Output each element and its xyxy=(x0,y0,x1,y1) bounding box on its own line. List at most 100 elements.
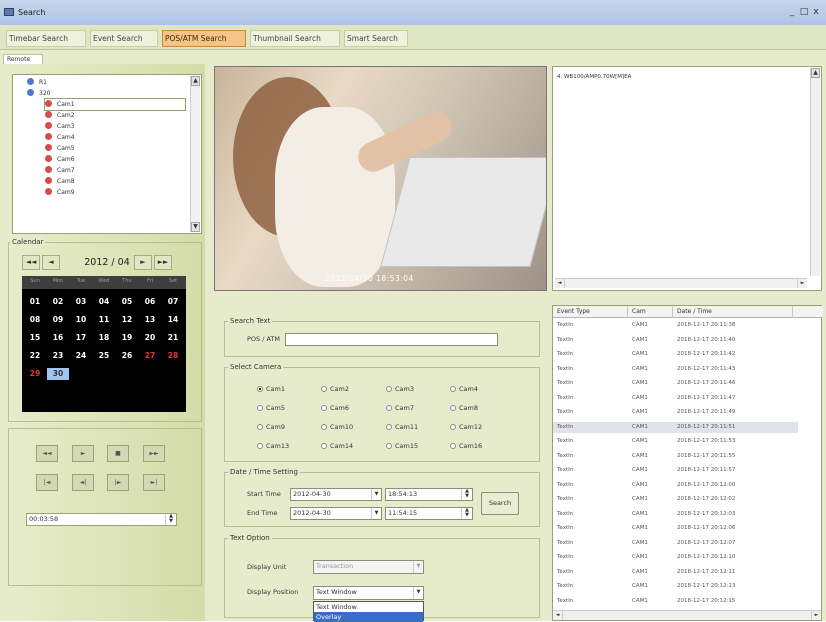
table-row[interactable]: TextIn CAM1 2018-12-17 20:11:53 xyxy=(553,436,798,447)
start-date-select[interactable]: 2012-04-30 ▼ xyxy=(290,488,382,501)
tree-node-cam5[interactable]: Cam5 xyxy=(45,143,75,154)
calendar-day[interactable]: 13 xyxy=(139,314,161,326)
calendar-day[interactable]: 26 xyxy=(116,350,138,362)
event-scroll-right-icon[interactable]: ► xyxy=(811,611,821,620)
col-event-type[interactable]: Event Type xyxy=(553,306,628,318)
table-row[interactable]: TextIn CAM1 2018-12-17 20:11:40 xyxy=(553,335,798,346)
step-back-button[interactable]: ◄| xyxy=(72,474,94,491)
text-window-hscroll[interactable]: ◄ ► xyxy=(555,278,807,288)
close-button[interactable]: x xyxy=(811,6,821,18)
chevron-down-icon[interactable]: ▼ xyxy=(371,508,381,519)
tree-node-r1[interactable]: R1 xyxy=(27,77,47,88)
col-date-time[interactable]: Date / Time xyxy=(673,306,793,318)
calendar-day[interactable]: 27 xyxy=(139,350,161,362)
calendar-day[interactable]: 16 xyxy=(47,332,69,344)
calendar-day[interactable]: 24 xyxy=(70,350,92,362)
stop-button[interactable]: ■ xyxy=(107,445,129,462)
tree-node-cam6[interactable]: Cam6 xyxy=(45,154,75,165)
table-row[interactable]: TextIn CAM1 2018-12-17 20:12:07 xyxy=(553,538,798,549)
calendar-day[interactable]: 07 xyxy=(162,296,184,308)
tab-thumbnail-search[interactable]: Thumbnail Search xyxy=(250,30,340,47)
end-time-spinner-icon[interactable]: ▲ ▼ xyxy=(461,508,472,519)
time-spinner-icon[interactable]: ▲ ▼ xyxy=(165,514,176,525)
table-row[interactable]: TextIn CAM1 2018-12-17 20:12:00 xyxy=(553,480,798,491)
calendar-day[interactable]: 03 xyxy=(70,296,92,308)
tab-pos-atm-search[interactable]: POS/ATM Search xyxy=(162,30,246,47)
tree-node-cam2[interactable]: Cam2 xyxy=(45,110,75,121)
pos-atm-input[interactable] xyxy=(285,333,498,346)
camera-radio-cam16[interactable]: Cam16 xyxy=(450,442,482,450)
table-row[interactable]: TextIn CAM1 2018-12-17 20:12:06 xyxy=(553,523,798,534)
prev-month-button[interactable]: ◄ xyxy=(42,255,60,270)
next-month-button[interactable]: ► xyxy=(134,255,152,270)
camera-radio-cam14[interactable]: Cam14 xyxy=(321,442,353,450)
table-row[interactable]: TextIn CAM1 2018-12-17 20:11:57 xyxy=(553,465,798,476)
tab-event-search[interactable]: Event Search xyxy=(90,30,158,47)
event-scroll-left-icon[interactable]: ◄ xyxy=(553,611,563,620)
scroll-down-icon[interactable]: ▼ xyxy=(191,222,200,232)
tree-node-320[interactable]: 320 xyxy=(27,88,50,99)
calendar-day[interactable]: 25 xyxy=(93,350,115,362)
calendar-day[interactable]: 28 xyxy=(162,350,184,362)
table-row[interactable]: TextIn CAM1 2018-12-17 20:12:03 xyxy=(553,509,798,520)
calendar-day[interactable]: 02 xyxy=(47,296,69,308)
calendar-day[interactable]: 30 xyxy=(47,368,69,380)
fast-rewind-button[interactable]: ◄◄ xyxy=(36,445,58,462)
go-end-button[interactable]: ►| xyxy=(143,474,165,491)
table-row[interactable]: TextIn CAM1 2018-12-17 20:12:13 xyxy=(553,581,798,592)
fast-forward-button[interactable]: ►► xyxy=(143,445,165,462)
start-time-field[interactable]: 18:54:13 ▲ ▼ xyxy=(385,488,473,501)
camera-radio-cam12[interactable]: Cam12 xyxy=(450,423,482,431)
camera-radio-cam4[interactable]: Cam4 xyxy=(450,385,478,393)
calendar-day[interactable]: 29 xyxy=(24,368,46,380)
camera-radio-cam2[interactable]: Cam2 xyxy=(321,385,349,393)
calendar-day[interactable]: 21 xyxy=(162,332,184,344)
table-row[interactable]: TextIn CAM1 2018-12-17 20:11:46 xyxy=(553,378,798,389)
calendar-day[interactable]: 23 xyxy=(47,350,69,362)
start-time-spinner-icon[interactable]: ▲ ▼ xyxy=(461,489,472,500)
calendar-day[interactable]: 08 xyxy=(24,314,46,326)
next-year-button[interactable]: ►► xyxy=(154,255,172,270)
calendar-day[interactable]: 17 xyxy=(70,332,92,344)
scroll-up-icon[interactable]: ▲ xyxy=(191,76,200,86)
calendar-day[interactable]: 01 xyxy=(24,296,46,308)
camera-radio-cam9[interactable]: Cam9 xyxy=(257,423,285,431)
table-row[interactable]: TextIn CAM1 2018-12-17 20:11:42 xyxy=(553,349,798,360)
table-row[interactable]: TextIn CAM1 2018-12-17 20:12:15 xyxy=(553,596,798,607)
text-scroll-right-icon[interactable]: ► xyxy=(797,279,807,288)
camera-radio-cam3[interactable]: Cam3 xyxy=(386,385,414,393)
event-table-hscroll[interactable]: ◄ ► xyxy=(553,610,821,620)
option-text-window[interactable]: Text Window xyxy=(314,602,423,612)
table-row[interactable]: TextIn CAM1 2018-12-17 20:12:11 xyxy=(553,567,798,578)
camera-radio-cam6[interactable]: Cam6 xyxy=(321,404,349,412)
table-row[interactable]: TextIn CAM1 2018-12-17 20:11:51 xyxy=(553,421,798,433)
end-date-select[interactable]: 2012-04-30 ▼ xyxy=(290,507,382,520)
camera-radio-cam8[interactable]: Cam8 xyxy=(450,404,478,412)
table-row[interactable]: TextIn CAM1 2018-12-17 20:12:10 xyxy=(553,552,798,563)
calendar-day[interactable]: 18 xyxy=(93,332,115,344)
table-row[interactable]: TextIn CAM1 2018-12-17 20:11:38 xyxy=(553,320,798,331)
table-row[interactable]: TextIn CAM1 2018-12-17 20:11:43 xyxy=(553,364,798,375)
camera-radio-cam7[interactable]: Cam7 xyxy=(386,404,414,412)
tree-node-cam7[interactable]: Cam7 xyxy=(45,165,75,176)
table-row[interactable]: TextIn CAM1 2018-12-17 20:11:49 xyxy=(553,407,798,418)
go-start-button[interactable]: |◄ xyxy=(36,474,58,491)
calendar-day[interactable]: 05 xyxy=(116,296,138,308)
table-row[interactable]: TextIn CAM1 2018-12-17 20:11:55 xyxy=(553,451,798,462)
text-scroll-left-icon[interactable]: ◄ xyxy=(555,279,565,288)
tree-scrollbar[interactable]: ▲ ▼ xyxy=(190,76,200,232)
camera-radio-cam15[interactable]: Cam15 xyxy=(386,442,418,450)
pos-text-window[interactable]: 4. WB100/AMP0.70W[M]EA ▲ ◄ ► xyxy=(552,66,822,291)
calendar-day[interactable]: 04 xyxy=(93,296,115,308)
camera-radio-cam5[interactable]: Cam5 xyxy=(257,404,285,412)
maximize-button[interactable]: □ xyxy=(799,6,809,18)
tree-node-cam9[interactable]: Cam9 xyxy=(45,187,75,198)
tab-smart-search[interactable]: Smart Search xyxy=(344,30,408,47)
chevron-down-icon[interactable]: ▼ xyxy=(371,489,381,500)
table-row[interactable]: TextIn CAM1 2018-12-17 20:11:47 xyxy=(553,393,798,404)
calendar-day[interactable]: 12 xyxy=(116,314,138,326)
chevron-down-icon[interactable]: ▼ xyxy=(413,587,423,599)
camera-radio-cam13[interactable]: Cam13 xyxy=(257,442,289,450)
end-time-field[interactable]: 11:54:15 ▲ ▼ xyxy=(385,507,473,520)
tree-node-cam3[interactable]: Cam3 xyxy=(45,121,75,132)
